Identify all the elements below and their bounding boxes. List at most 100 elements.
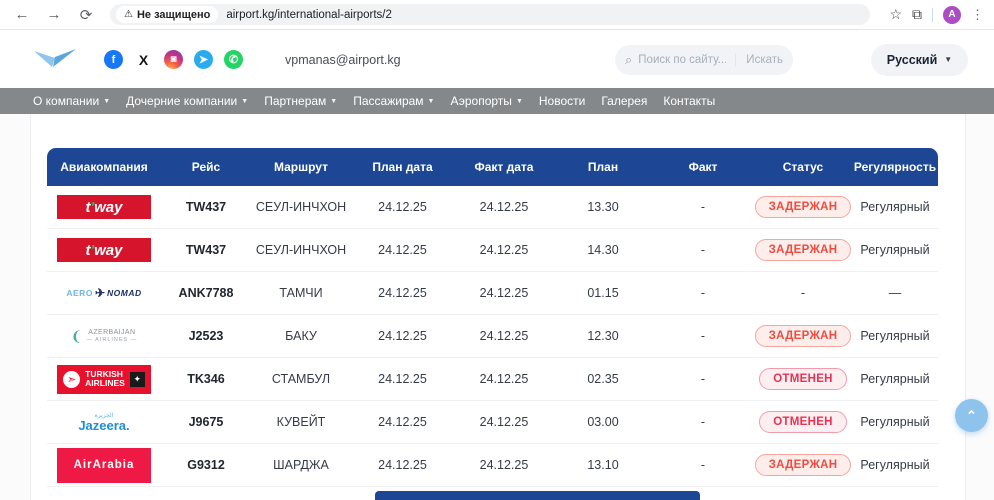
planned-date: 24.12.25	[351, 415, 454, 429]
chevron-down-icon: ▼	[103, 98, 110, 105]
nav-item-6[interactable]: Новости	[539, 94, 585, 108]
status-cell: -	[754, 286, 852, 300]
horizontal-scrollbar-thumb[interactable]	[375, 491, 700, 500]
planned-date: 24.12.25	[351, 286, 454, 300]
column-header: Рейс	[161, 160, 251, 174]
instagram-icon[interactable]: ◙	[164, 50, 183, 69]
flight-number: TW437	[161, 200, 251, 214]
nav-item-4[interactable]: Пассажирам▼	[353, 94, 434, 108]
logo-text-bottom: AIRLINES	[85, 379, 125, 388]
column-header: Факт дата	[454, 160, 554, 174]
logo-text: Jazeera.	[78, 419, 129, 432]
site-header: f X ◙ ➤ ✆ vpmanas@airport.kg ⌕ Искать Ру…	[0, 31, 994, 88]
tway-logo: t'way	[57, 195, 151, 219]
bookmark-star-icon[interactable]: ☆	[889, 6, 902, 23]
jazeera-logo: الجزيرةJazeera.	[57, 413, 151, 432]
chevron-down-icon: ▼	[428, 98, 435, 105]
chrome-menu-icon[interactable]: ⋮	[971, 7, 984, 23]
nav-item-label: Аэропорты	[450, 94, 511, 108]
actual-date: 24.12.25	[454, 243, 554, 257]
scroll-to-top-button[interactable]: ⌃	[955, 399, 988, 432]
nav-item-8[interactable]: Контакты	[663, 94, 715, 108]
turkish-logo: ➣ TURKISHAIRLINES ✦	[57, 365, 151, 394]
actual-date: 24.12.25	[454, 372, 554, 386]
profile-avatar[interactable]: A	[943, 6, 961, 24]
facebook-icon[interactable]: f	[104, 50, 123, 69]
table-row: AirArabiaG9312ШАРДЖА24.12.2524.12.2513.1…	[47, 444, 938, 487]
status-cell: ЗАДЕРЖАН	[754, 325, 852, 347]
airarabia-logo: AirArabia	[57, 448, 151, 483]
airport-logo[interactable]	[32, 45, 78, 75]
toolbar-separator	[932, 8, 933, 22]
back-icon[interactable]: ←	[10, 3, 34, 27]
airline-logo-cell: ❨AZERBAIJAN— AIRLINES —	[47, 328, 161, 345]
status-cell: ЗАДЕРЖАН	[754, 239, 852, 261]
flights-table: АвиакомпанияРейсМаршрутПлан датаФакт дат…	[47, 148, 938, 487]
url-text: airport.kg/international-airports/2	[226, 9, 392, 21]
table-row: ❨AZERBAIJAN— AIRLINES —J2523БАКУ24.12.25…	[47, 315, 938, 358]
route: БАКУ	[251, 329, 351, 343]
contact-email: vpmanas@airport.kg	[285, 53, 401, 67]
planned-time: 12.30	[554, 329, 652, 343]
airline-logo-cell: t'way	[47, 238, 161, 262]
chevron-down-icon: ▼	[330, 98, 337, 105]
actual-time: -	[652, 243, 754, 257]
logo-text: TURKISHAIRLINES	[85, 370, 125, 388]
actual-date: 24.12.25	[454, 415, 554, 429]
reload-icon[interactable]: ⟳	[74, 3, 98, 27]
warning-icon: ⚠	[124, 9, 133, 20]
chevron-down-icon: ▼	[516, 98, 523, 105]
airline-logo-cell: t'way	[47, 195, 161, 219]
table-row: t'wayTW437СЕУЛ-ИНЧХОН24.12.2524.12.2513.…	[47, 186, 938, 229]
search-input[interactable]	[638, 54, 726, 66]
whatsapp-icon[interactable]: ✆	[224, 50, 243, 69]
logo-text: way	[94, 199, 122, 216]
nav-item-1[interactable]: О компании ▼	[33, 94, 110, 108]
logo-text: NOMAD	[107, 288, 142, 298]
route: СЕУЛ-ИНЧХОН	[251, 200, 351, 214]
actual-time: -	[652, 329, 754, 343]
table-row: الجزيرةJazeera.J9675КУВЕЙТ24.12.2524.12.…	[47, 401, 938, 444]
planned-time: 13.30	[554, 200, 652, 214]
airline-logo-cell: ➣ TURKISHAIRLINES ✦	[47, 365, 161, 394]
chevron-down-icon: ▼	[241, 98, 248, 105]
actual-time: -	[652, 415, 754, 429]
star-icon: ✦	[130, 372, 145, 387]
forward-icon[interactable]: →	[42, 3, 66, 27]
planned-time: 14.30	[554, 243, 652, 257]
chevron-up-icon: ⌃	[966, 408, 977, 424]
nav-item-label: Галерея	[601, 94, 647, 108]
nav-item-3[interactable]: Партнерам▼	[264, 94, 337, 108]
nav-item-5[interactable]: Аэропорты ▼	[450, 94, 522, 108]
nav-item-label: О компании	[33, 94, 99, 108]
bird-emblem-icon: ➣	[63, 371, 80, 388]
address-bar[interactable]: ⚠ Не защищено airport.kg/international-a…	[110, 4, 870, 25]
planned-time: 03.00	[554, 415, 652, 429]
status-cell: ОТМЕНЕН	[754, 368, 852, 390]
search-button[interactable]: Искать	[735, 54, 783, 66]
column-header: Регулярность	[852, 160, 938, 174]
planned-date: 24.12.25	[351, 200, 454, 214]
column-header: План	[554, 160, 652, 174]
telegram-icon[interactable]: ➤	[194, 50, 213, 69]
azal-logo: ❨AZERBAIJAN— AIRLINES —	[57, 328, 151, 345]
actual-date: 24.12.25	[454, 286, 554, 300]
language-selector[interactable]: Русский ▼	[871, 44, 968, 76]
table-header-row: АвиакомпанияРейсМаршрутПлан датаФакт дат…	[47, 148, 938, 186]
logo-text: AERO	[66, 288, 93, 298]
table-row: ➣TURKISHAIRLINES✦TK346СТАМБУЛ24.12.2524.…	[47, 358, 938, 401]
security-chip[interactable]: ⚠ Не защищено	[116, 6, 218, 23]
extensions-icon[interactable]: ⧉	[912, 6, 922, 23]
logo-text: AZERBAIJAN— AIRLINES —	[86, 329, 137, 343]
planned-date: 24.12.25	[351, 329, 454, 343]
nav-item-7[interactable]: Галерея	[601, 94, 647, 108]
actual-time: -	[652, 372, 754, 386]
x-twitter-icon[interactable]: X	[134, 50, 153, 69]
status-cell: ЗАДЕРЖАН	[754, 454, 852, 476]
status-badge: ЗАДЕРЖАН	[755, 454, 852, 476]
route: ТАМЧИ	[251, 286, 351, 300]
nav-item-2[interactable]: Дочерние компании▼	[126, 94, 248, 108]
actual-time: -	[652, 286, 754, 300]
aeronomad-logo: AERO✈NOMAD	[57, 286, 151, 300]
column-header: Статус	[754, 160, 852, 174]
